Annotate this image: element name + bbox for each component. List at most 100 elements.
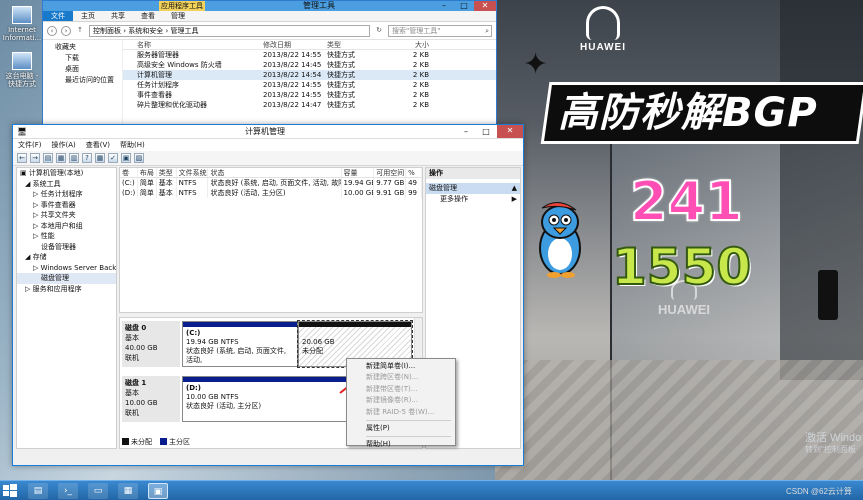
column-type[interactable]: 类型	[157, 168, 177, 177]
disk-name: 磁盘 1	[125, 379, 147, 387]
list-view-icon[interactable]: ▦	[95, 153, 105, 163]
show-tree-icon[interactable]: ▦	[56, 153, 66, 163]
partition-c[interactable]: (C:) 19.94 GB NTFS 状态良好 (系统, 启动, 页面文件, 活…	[182, 321, 298, 367]
back-icon[interactable]: ‹	[47, 25, 57, 36]
column-size[interactable]: 大小	[389, 40, 429, 49]
file-row[interactable]: 任务计划程序 2013/8/22 14:55 快捷方式 2 KB	[123, 80, 496, 90]
app-tools-tab[interactable]: 应用程序工具	[159, 1, 205, 11]
file-row[interactable]: 碎片整理和优化驱动器 2013/8/22 14:47 快捷方式 2 KB	[123, 100, 496, 110]
menu-new-raid5-volume[interactable]: 新建 RAID-5 卷(W)...	[347, 407, 455, 418]
volume-row[interactable]: (D:) 简单 基本 NTFS 状态良好 (活动, 主分区) 10.00 GB …	[120, 188, 422, 198]
tab-view[interactable]: 查看	[133, 11, 163, 21]
menu-new-mirrored-volume[interactable]: 新建镜像卷(R)...	[347, 395, 455, 406]
up-folder-icon[interactable]: ▤	[43, 153, 53, 163]
tree-item-services-apps[interactable]: ▷ 服务和应用程序	[17, 284, 116, 295]
file-name: 碎片整理和优化驱动器	[137, 101, 207, 109]
tree-item-storage[interactable]: ◢ 存储	[17, 252, 116, 263]
volume-status: 状态良好 (活动, 主分区)	[208, 188, 342, 198]
properties-icon[interactable]: ▥	[69, 153, 79, 163]
cm-title: 计算机管理	[245, 127, 285, 136]
menu-properties[interactable]: 属性(P)	[347, 423, 455, 434]
menu-file[interactable]: 文件(F)	[13, 139, 47, 151]
desktop-icon-this-pc[interactable]: 这台电脑 - 快捷方式	[2, 52, 42, 88]
column-type[interactable]: 类型	[327, 40, 389, 49]
file-list-header: 名称 修改日期 类型 大小	[123, 40, 496, 50]
volume-percent: 49	[406, 178, 422, 188]
menu-help[interactable]: 帮助(H)	[115, 139, 150, 151]
volume-list-header: 卷 布局 类型 文件系统 状态 容量 可用空间 %	[120, 168, 422, 178]
column-layout[interactable]: 布局	[138, 168, 157, 177]
volume-row[interactable]: (C:) 简单 基本 NTFS 状态良好 (系统, 启动, 页面文件, 活动, …	[120, 178, 422, 188]
forward-icon[interactable]: ›	[61, 25, 71, 36]
tree-item-device-manager[interactable]: 设备管理器	[17, 242, 116, 253]
file-row[interactable]: 事件查看器 2013/8/22 14:55 快捷方式 2 KB	[123, 90, 496, 100]
tab-file[interactable]: 文件	[43, 11, 73, 21]
tree-item-root[interactable]: ▣ 计算机管理(本地)	[17, 168, 116, 179]
tree-item-task-scheduler[interactable]: ▷ 任务计划程序	[17, 189, 116, 200]
menu-new-spanned-volume[interactable]: 新建跨区卷(N)...	[347, 372, 455, 383]
search-input[interactable]: 搜索"管理工具" ⌕	[388, 24, 492, 37]
caret-right-icon: ▶	[511, 195, 517, 203]
menu-view[interactable]: 查看(V)	[81, 139, 115, 151]
minimize-button[interactable]: –	[457, 126, 475, 138]
help-icon[interactable]: ?	[82, 153, 92, 163]
up-icon[interactable]: ↑	[75, 26, 85, 36]
menu-action[interactable]: 操作(A)	[47, 139, 81, 151]
more-actions[interactable]: 更多操作 ▶	[426, 194, 520, 205]
volume-name: (D:)	[120, 188, 138, 198]
close-button[interactable]: ✕	[474, 1, 496, 11]
network-icon[interactable]: ▦	[118, 482, 138, 499]
menu-help[interactable]: 帮助(H)	[347, 439, 455, 450]
refresh-icon[interactable]: ↻	[374, 26, 384, 36]
server-manager-icon[interactable]: ▤	[28, 482, 48, 499]
maximize-button[interactable]: □	[456, 1, 472, 11]
column-capacity[interactable]: 容量	[342, 168, 375, 177]
check-icon[interactable]: ✓	[108, 153, 118, 163]
tab-share[interactable]: 共享	[103, 11, 133, 21]
column-name[interactable]: 名称	[123, 40, 263, 49]
address-input[interactable]: 控制面板 › 系统和安全 › 管理工具	[89, 24, 370, 37]
menu-new-simple-volume[interactable]: 新建简单卷(I)...	[347, 361, 455, 372]
nav-recent[interactable]: 最近访问的位置	[43, 75, 122, 86]
powershell-icon[interactable]: ›_	[58, 482, 78, 499]
actions-group-disk-management[interactable]: 磁盘管理 ▲	[426, 183, 520, 194]
file-row[interactable]: 高级安全 Windows 防火墙 2013/8/22 14:45 快捷方式 2 KB	[123, 60, 496, 70]
tab-manage[interactable]: 管理	[163, 11, 193, 21]
start-button-icon[interactable]	[2, 483, 18, 499]
tab-home[interactable]: 主页	[73, 11, 103, 21]
forward-icon[interactable]: →	[30, 153, 40, 163]
save-icon[interactable]: ▣	[121, 153, 131, 163]
desktop-icon-iis[interactable]: Internet Informati...	[2, 6, 42, 42]
column-date[interactable]: 修改日期	[263, 40, 327, 49]
tree-item-performance[interactable]: ▷ 性能	[17, 231, 116, 242]
disk-1-label[interactable]: 磁盘 1 基本 10.00 GB 联机	[122, 376, 180, 422]
column-status[interactable]: 状态	[208, 168, 342, 177]
disk-0-label[interactable]: 磁盘 0 基本 40.00 GB 联机	[122, 321, 180, 367]
file-explorer-icon[interactable]: ▭	[88, 482, 108, 499]
menu-new-striped-volume[interactable]: 新建带区卷(T)...	[347, 384, 455, 395]
close-button[interactable]: ✕	[497, 125, 523, 138]
file-row[interactable]: 服务器管理器 2013/8/22 14:55 快捷方式 2 KB	[123, 50, 496, 60]
file-row-selected[interactable]: 计算机管理 2013/8/22 14:54 快捷方式 2 KB	[123, 70, 496, 80]
explorer-titlebar[interactable]: 应用程序工具 管理工具 – □ ✕	[43, 1, 496, 11]
back-icon[interactable]: ←	[17, 153, 27, 163]
maximize-button[interactable]: □	[477, 126, 495, 138]
tree-item-shared-folders[interactable]: ▷ 共享文件夹	[17, 210, 116, 221]
minimize-button[interactable]: –	[436, 1, 452, 11]
tree-item-local-users[interactable]: ▷ 本地用户和组	[17, 221, 116, 232]
tree-item-windows-server-backup[interactable]: ▷ Windows Server Back	[17, 263, 116, 274]
tree-item-disk-management[interactable]: 磁盘管理	[17, 273, 116, 284]
computer-management-icon[interactable]: ▣	[148, 482, 168, 499]
column-percent[interactable]: %	[406, 168, 422, 177]
cm-titlebar[interactable]: 🖥 计算机管理 – □ ✕	[13, 125, 523, 139]
column-filesystem[interactable]: 文件系统	[177, 168, 209, 177]
nav-favorites[interactable]: 收藏夹	[43, 42, 122, 53]
nav-downloads[interactable]: 下载	[43, 53, 122, 64]
search-placeholder: 搜索"管理工具"	[392, 26, 441, 35]
nav-desktop[interactable]: 桌面	[43, 64, 122, 75]
tree-item-system-tools[interactable]: ◢ 系统工具	[17, 179, 116, 190]
settings-icon[interactable]: ▨	[134, 153, 144, 163]
tree-item-event-viewer[interactable]: ▷ 事件查看器	[17, 200, 116, 211]
column-volume[interactable]: 卷	[120, 168, 138, 177]
column-free-space[interactable]: 可用空间	[374, 168, 407, 177]
